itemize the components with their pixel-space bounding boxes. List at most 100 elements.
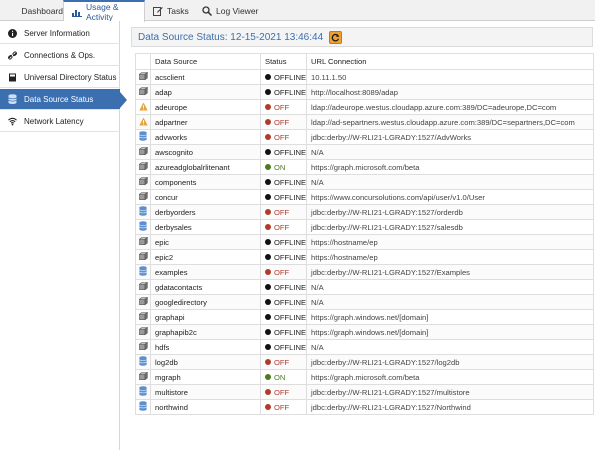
table-row[interactable]: awscognito OFFLINE N/A [135,144,594,160]
table-row[interactable]: derbyorders OFF jdbc:derby://W-RLI21-LGRAD… [135,204,594,220]
tab-usage-activity[interactable]: Usage & Activity [63,0,145,22]
status-text: OFFLINE [274,297,307,307]
table-row[interactable]: hdfs OFFLINE N/A [135,339,594,355]
refresh-button[interactable] [329,30,343,44]
status-text: OFF [274,267,290,277]
table-row[interactable]: multistore OFF jdbc:derby://W-RLI21-LGRADY… [135,384,594,400]
status-cell: OFF [260,129,307,145]
status-cell: OFFLINE [260,189,307,205]
table-row[interactable]: gdatacontacts OFFLINE N/A [135,279,594,295]
database-icon [139,401,147,413]
status-indicator: OFF [265,103,302,112]
table-row[interactable]: derbysales OFF jdbc:derby://W-RLI21-LGRADY… [135,219,594,235]
data-source-name[interactable]: awscognito [150,144,261,160]
url-connection: https://hostname/ep [306,234,594,250]
status-cell: OFFLINE [260,294,307,310]
url-connection: jdbc:derby://W-RLI21-LGRADY:1527/log2db [306,354,594,370]
data-source-name[interactable]: components [150,174,261,190]
column-header-url-connection[interactable]: URL Connection [306,53,594,70]
data-source-name[interactable]: adeurope [150,99,261,115]
table-row[interactable]: northwind OFF jdbc:derby://W-RLI21-LGRADY:… [135,399,594,415]
data-source-name[interactable]: azureadglobalrlitenant [150,159,261,175]
sidebar-item-label: Data Source Status [24,94,94,104]
data-source-name[interactable]: epic2 [150,249,261,265]
tab-tasks[interactable]: Tasks [145,0,194,21]
data-source-name[interactable]: log2db [150,354,261,370]
data-source-name[interactable]: hdfs [150,339,261,355]
data-source-name[interactable]: epic [150,234,261,250]
data-source-name[interactable]: multistore [150,384,261,400]
sidebar-item-universal-directory-status[interactable]: Universal Directory Status [0,67,120,88]
status-cell: OFF [260,354,307,370]
data-source-name[interactable]: concur [150,189,261,205]
row-type-icon-cell [135,309,151,325]
data-source-name[interactable]: derbyorders [150,204,261,220]
data-source-name[interactable]: advworks [150,129,261,145]
row-type-icon-cell [135,189,151,205]
table-row[interactable]: googledirectory OFFLINE N/A [135,294,594,310]
data-source-name[interactable]: graphapi [150,309,261,325]
data-source-name[interactable]: adpartner [150,114,261,130]
status-indicator: OFFLINE [265,283,306,292]
database-icon [139,206,147,218]
status-indicator: OFFLINE [265,73,306,82]
table-row[interactable]: components OFFLINE N/A [135,174,594,190]
sidebar-item-network-latency[interactable]: Network Latency [0,111,120,132]
table-row[interactable]: graphapib2c OFFLINE https://graph.windows.… [135,324,594,340]
status-text: OFF [274,387,290,397]
table-row[interactable]: advworks OFF jdbc:derby://W-RLI21-LGRADY:1… [135,129,594,145]
table-row[interactable]: adpartner OFF ldap://ad-separtners.westus.… [135,114,594,130]
table-row[interactable]: acsclient OFFLINE 10.11.1.50 [135,69,594,85]
status-dot-icon [265,329,271,335]
data-source-name[interactable]: examples [150,264,261,280]
row-type-icon-cell [135,129,151,145]
status-text: OFFLINE [274,312,307,322]
row-type-icon-cell [135,204,151,220]
table-row[interactable]: azureadglobalrlitenant ON https://graph.mi… [135,159,594,175]
table-row[interactable]: log2db OFF jdbc:derby://W-RLI21-LGRADY:152… [135,354,594,370]
table-row[interactable]: concur OFFLINE https://www.concursolutions… [135,189,594,205]
status-indicator: OFFLINE [265,298,306,307]
status-text: OFFLINE [274,147,307,157]
data-source-name[interactable]: mgraph [150,369,261,385]
status-cell: OFFLINE [260,84,307,100]
refresh-icon [331,33,340,41]
row-type-icon-cell [135,324,151,340]
tab-log-viewer[interactable]: Log Viewer [194,0,264,21]
status-indicator: OFFLINE [265,313,306,322]
data-source-name[interactable]: gdatacontacts [150,279,261,295]
sidebar-item-server-information[interactable]: Server Information [0,23,120,44]
status-cell: OFFLINE [260,279,307,295]
edit-icon [153,6,163,16]
table-row[interactable]: adap OFFLINE http://localhost:8089/adap [135,84,594,100]
table-row[interactable]: epic2 OFFLINE https://hostname/ep [135,249,594,265]
status-text: OFFLINE [274,237,307,247]
table-row[interactable]: graphapi OFFLINE https://graph.windows.net… [135,309,594,325]
table-row[interactable]: examples OFF jdbc:derby://W-RLI21-LGRADY:1… [135,264,594,280]
data-source-name[interactable]: graphapib2c [150,324,261,340]
column-header-status[interactable]: Status [260,53,307,70]
sidebar-item-data-source-status[interactable]: Data Source Status [0,89,127,110]
row-type-icon-cell [135,369,151,385]
data-source-name[interactable]: derbysales [150,219,261,235]
table-row[interactable]: epic OFFLINE https://hostname/ep [135,234,594,250]
table-row[interactable]: mgraph ON https://graph.microsoft.com/beta [135,369,594,385]
status-dot-icon [265,119,271,125]
data-source-name[interactable]: acsclient [150,69,261,85]
sidebar: Server Information Connections & Ops. Un… [0,21,127,450]
table-row[interactable]: adeurope OFF ldap://adeurope.westus.clouda… [135,99,594,115]
table-header-row: Data Source Status URL Connection [135,53,594,70]
status-dot-icon [265,269,271,275]
column-header-data-source[interactable]: Data Source [150,53,261,70]
status-indicator: OFFLINE [265,253,306,262]
tab-dashboard[interactable]: Dashboard [0,0,63,21]
status-cell: OFF [260,264,307,280]
url-connection: jdbc:derby://W-RLI21-LGRADY:1527/orderdb [306,204,594,220]
status-cell: OFF [260,114,307,130]
data-source-name[interactable]: googledirectory [150,294,261,310]
data-source-name[interactable]: northwind [150,399,261,415]
data-source-name[interactable]: adap [150,84,261,100]
url-connection: jdbc:derby://W-RLI21-LGRADY:1527/multist… [306,384,594,400]
status-text: OFFLINE [274,252,307,262]
sidebar-item-connections-ops[interactable]: Connections & Ops. [0,45,120,66]
